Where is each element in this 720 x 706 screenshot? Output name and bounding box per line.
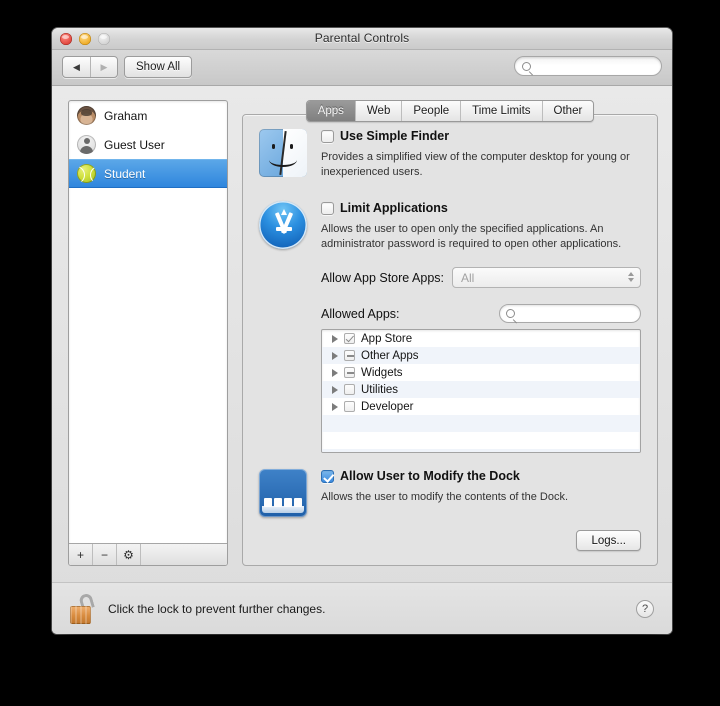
disclosure-triangle-icon[interactable]	[332, 334, 338, 343]
app-list-row[interactable]: Utilities	[322, 381, 640, 398]
tab-bar: Apps Web People Time Limits Other	[242, 100, 658, 122]
user-list-item-guest[interactable]: Guest User	[69, 130, 227, 159]
tab-other[interactable]: Other	[541, 101, 594, 121]
app-label: Utilities	[361, 383, 399, 396]
unlocked-padlock-icon[interactable]	[70, 591, 96, 624]
window-body: Graham Guest User Student + − ⚙ Apps Web…	[52, 86, 672, 633]
allowed-apps-search-field[interactable]	[499, 304, 641, 323]
app-list-empty-row	[322, 415, 640, 432]
disclosure-triangle-icon[interactable]	[332, 368, 338, 377]
app-list-row[interactable]: App Store	[322, 330, 640, 347]
app-list-row[interactable]: Developer	[322, 398, 640, 415]
search-input[interactable]	[536, 60, 661, 72]
simple-finder-section: Use Simple Finder Provides a simplified …	[259, 129, 641, 179]
disclosure-triangle-icon[interactable]	[332, 402, 338, 411]
sidebar-toolbar: + − ⚙	[69, 543, 227, 565]
user-list: Graham Guest User Student	[69, 101, 227, 543]
remove-user-button[interactable]: −	[93, 544, 117, 565]
dock-icon	[259, 469, 307, 517]
user-list-item-graham[interactable]: Graham	[69, 101, 227, 130]
dock-section: Allow User to Modify the Dock Allows the…	[259, 469, 641, 517]
simple-finder-description: Provides a simplified view of the comput…	[321, 151, 630, 178]
app-checkbox[interactable]	[344, 350, 355, 361]
parental-controls-window: Parental Controls ◀ ▶ Show All Graham Gu…	[52, 28, 672, 634]
user-name-label: Guest User	[104, 137, 165, 152]
user-sidebar: Graham Guest User Student + − ⚙	[68, 100, 228, 566]
tab-people[interactable]: People	[401, 101, 460, 121]
limit-applications-checkbox[interactable]	[321, 202, 334, 215]
app-label: App Store	[361, 332, 413, 345]
app-list-row[interactable]: Widgets	[322, 364, 640, 381]
search-icon	[522, 61, 531, 71]
allow-modify-dock-checkbox[interactable]	[321, 470, 334, 483]
app-label: Widgets	[361, 366, 403, 379]
app-label: Developer	[361, 400, 414, 413]
app-list-row[interactable]: Other Apps	[322, 347, 640, 364]
disclosure-triangle-icon[interactable]	[332, 385, 338, 394]
window-titlebar: Parental Controls	[52, 28, 672, 50]
limit-applications-label: Limit Applications	[340, 201, 448, 215]
app-list-empty-row	[322, 449, 640, 452]
navigation-button-group: ◀ ▶	[62, 56, 118, 78]
photo-avatar-icon	[77, 106, 96, 125]
app-checkbox[interactable]	[344, 384, 355, 395]
window-title: Parental Controls	[314, 31, 410, 45]
use-simple-finder-label: Use Simple Finder	[340, 129, 450, 143]
chevron-updown-icon	[628, 272, 634, 282]
use-simple-finder-checkbox[interactable]	[321, 130, 334, 143]
app-checkbox[interactable]	[344, 367, 355, 378]
allowed-apps-search-input[interactable]	[520, 307, 640, 320]
finder-face-icon	[259, 129, 307, 177]
settings-gear-button[interactable]: ⚙	[117, 544, 141, 565]
allow-modify-dock-row[interactable]: Allow User to Modify the Dock	[321, 469, 641, 483]
user-name-label: Student	[104, 166, 146, 181]
dock-description: Allows the user to modify the contents o…	[321, 491, 569, 503]
app-checkbox[interactable]	[344, 401, 355, 412]
search-icon	[506, 309, 515, 318]
use-simple-finder-row[interactable]: Use Simple Finder	[321, 129, 641, 143]
user-list-item-student[interactable]: Student	[69, 159, 227, 188]
tab-apps[interactable]: Apps	[306, 101, 355, 121]
allow-app-store-apps-select[interactable]: All	[452, 267, 641, 288]
allow-modify-dock-label: Allow User to Modify the Dock	[340, 469, 520, 483]
window-toolbar: ◀ ▶ Show All	[52, 50, 672, 86]
app-list-empty-row	[322, 432, 640, 449]
sidebar-toolbar-spacer	[141, 544, 227, 565]
allow-app-store-apps-label: Allow App Store Apps:	[321, 270, 444, 285]
allow-app-store-apps-value: All	[461, 270, 475, 285]
app-checkbox[interactable]	[344, 333, 355, 344]
toolbar-search-field[interactable]	[514, 56, 662, 76]
add-user-button[interactable]: +	[69, 544, 93, 565]
silhouette-avatar-icon	[77, 135, 96, 154]
tab-web[interactable]: Web	[354, 101, 401, 121]
lock-hint-text: Click the lock to prevent further change…	[108, 601, 326, 616]
user-name-label: Graham	[104, 108, 148, 123]
app-label: Other Apps	[361, 349, 419, 362]
allowed-apps-label: Allowed Apps:	[321, 306, 400, 321]
help-button[interactable]: ?	[636, 599, 654, 618]
forward-button: ▶	[90, 57, 117, 77]
logs-button[interactable]: Logs...	[576, 530, 641, 551]
disclosure-triangle-icon[interactable]	[332, 351, 338, 360]
limit-applications-description: Allows the user to open only the specifi…	[321, 223, 622, 250]
app-store-icon	[259, 201, 307, 249]
apps-tab-panel: Use Simple Finder Provides a simplified …	[242, 114, 658, 566]
show-all-button[interactable]: Show All	[124, 56, 193, 78]
allowed-apps-list[interactable]: App Store Other Apps Widgets Utilities D…	[321, 329, 641, 453]
tab-time-limits[interactable]: Time Limits	[460, 101, 541, 121]
back-button[interactable]: ◀	[63, 57, 90, 77]
limit-applications-section: Limit Applications Allows the user to op…	[259, 201, 641, 251]
limit-applications-row[interactable]: Limit Applications	[321, 201, 641, 215]
allowed-apps-header: Allowed Apps:	[321, 304, 641, 323]
allow-app-store-apps-row: Allow App Store Apps: All	[259, 267, 641, 288]
window-footer: Click the lock to prevent further change…	[52, 582, 672, 634]
tab-strip: Apps Web People Time Limits Other	[305, 100, 595, 122]
tennis-ball-avatar-icon	[77, 164, 96, 183]
